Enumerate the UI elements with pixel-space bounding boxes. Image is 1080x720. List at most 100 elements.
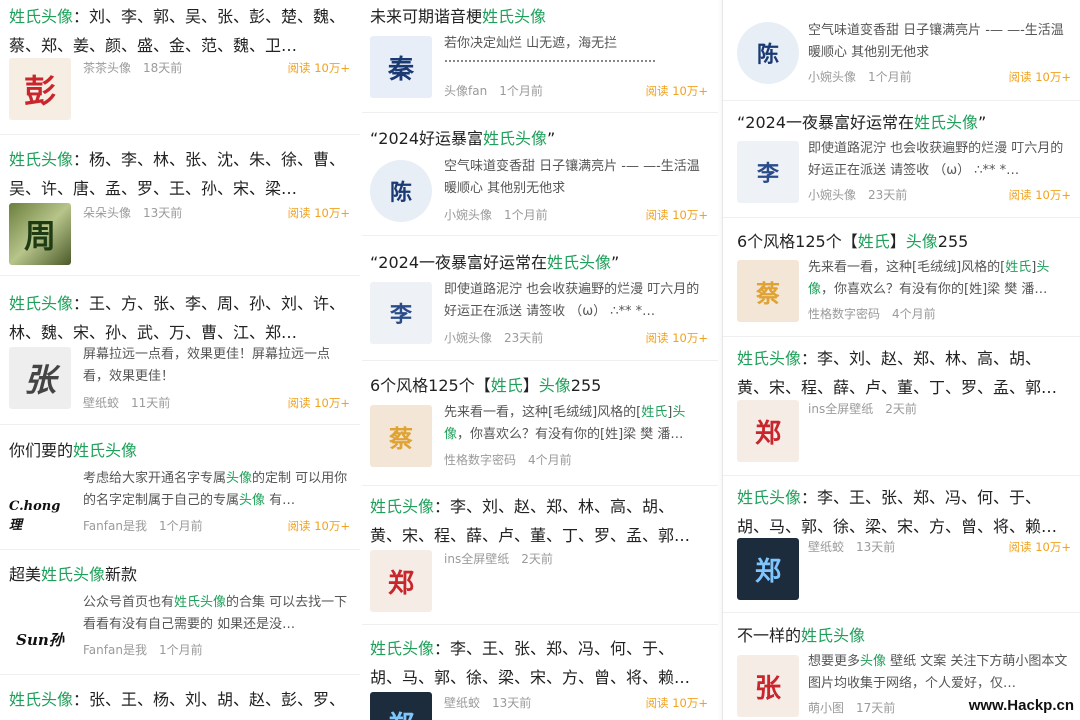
thumbnail[interactable]: 郑 [370,692,432,720]
article-snippet: 想要更多头像 壁纸 文案 关注下方萌小图本文图片均收集于网络，个人爱好，仅… [808,654,1068,691]
article-snippet: 公众号首页也有姓氏头像的合集 可以去找一下看看有没有自己需要的 如果还是没… [83,595,348,632]
article-title[interactable]: 6个风格125个【姓氏】头像255 [370,371,706,400]
article-card[interactable]: 超美姓氏头像新款 Sun孙 公众号首页也有姓氏头像的合集 可以去找一下看看有没有… [0,550,360,675]
author: 壁纸蛟 [444,696,481,710]
article-title[interactable]: 不一样的姓氏头像 [737,621,1069,650]
feed-column-1: 姓氏头像：刘、李、郭、吴、张、彭、楚、魏、蔡、郑、姜、颜、盛、金、范、魏、卫… … [0,0,360,720]
read-count: 阅读 10万+ [287,396,350,410]
author: 小婉头像 [808,70,857,84]
timestamp: 1个月前 [158,643,203,657]
article-title[interactable]: 姓氏头像：李、王、张、郑、冯、何、于、胡、马、郭、徐、梁、宋、方、曾、将、赖… [737,483,1069,541]
article-title[interactable]: 超美姓氏头像新款 [9,560,348,589]
read-count: 阅读 10万+ [287,61,350,75]
author: 头像fan [444,84,488,98]
thumbnail[interactable]: 李 [370,282,432,344]
author: 性格数字密码 [444,453,517,467]
article-title[interactable]: “2024好运暴富姓氏头像” [370,124,706,153]
thumbnail[interactable]: 周 [9,203,71,265]
timestamp: 17天前 [856,701,896,715]
article-meta: ins全屏壁纸 2天前 [808,399,1071,419]
article-meta: 小婉头像 23天前 阅读 10万+ [444,328,708,348]
thumbnail[interactable]: 陈 [737,22,799,84]
article-card[interactable]: 姓氏头像：李、刘、赵、郑、林、高、胡、黄、宋、程、薛、卢、董、丁、罗、孟、郭… … [362,486,718,625]
read-count: 阅读 10万+ [645,696,708,710]
article-title[interactable]: 6个风格125个【姓氏】头像255 [737,227,1069,256]
thumbnail[interactable]: 蔡 [737,260,799,322]
article-title[interactable]: 姓氏头像：李、刘、赵、郑、林、高、胡、黄、宋、程、薛、卢、董、丁、罗、孟、郭… [370,492,706,550]
author: 小婉头像 [808,188,857,202]
article-card[interactable]: “2024好运暴富姓氏头像” 陈 空气味道变香甜 日子镶满亮片 -— —-生活温… [362,113,718,236]
article-title[interactable]: 姓氏头像：刘、李、郭、吴、张、彭、楚、魏、蔡、郑、姜、颜、盛、金、范、魏、卫… [9,2,348,60]
article-title[interactable]: 姓氏头像：杨、李、林、张、沈、朱、徐、曹、吴、许、唐、孟、罗、王、孙、宋、梁… [9,145,348,203]
article-card[interactable]: 姓氏头像：刘、李、郭、吴、张、彭、楚、魏、蔡、郑、姜、颜、盛、金、范、魏、卫… … [0,0,360,135]
thumbnail[interactable]: 秦 [370,36,432,98]
article-card[interactable]: 姓氏头像：杨、李、林、张、沈、朱、徐、曹、吴、许、唐、孟、罗、王、孙、宋、梁… … [0,135,360,276]
article-title[interactable]: “2024一夜暴富好运常在姓氏头像” [370,248,706,277]
article-meta: 小婉头像 23天前 阅读 10万+ [808,185,1071,205]
thumbnail[interactable]: 蔡 [370,405,432,467]
thumbnail[interactable]: 郑 [737,400,799,462]
article-title[interactable]: “2024一夜暴富好运常在姓氏头像” [737,108,1069,137]
article-meta: Fanfan是我 1个月前 [83,640,350,660]
article-card[interactable]: 姓氏头像：张、王、杨、刘、胡、赵、彭、罗、郭、林、唐、戴、谢、梁、孔、沈、纪… [0,675,360,720]
thumbnail[interactable]: 郑 [737,538,799,600]
read-count: 阅读 10万+ [287,519,350,533]
article-card[interactable]: “2024一夜暴富好运常在姓氏头像” 李 即使道路泥泞 也会收获遍野的烂漫 叮六… [723,101,1080,218]
feed-column-3: 陈 空气味道变香甜 日子镶满亮片 -— —-生活温暖顺心 其他别无他求 小婉头像… [722,0,1080,720]
article-title[interactable]: 未来可期谐音梗姓氏头像 [370,2,706,31]
article-meta: 头像fan 1个月前 阅读 10万+ [444,81,708,101]
read-count: 阅读 10万+ [1008,188,1071,202]
article-snippet: 即使道路泥泞 也会收获遍野的烂漫 叮六月的好运正在派送 请签收 （ω） ∴** … [444,282,700,319]
thumbnail[interactable]: 张 [737,655,799,717]
read-count: 阅读 10万+ [645,208,708,222]
timestamp: 13天前 [856,540,896,554]
author: 朵朵头像 [83,206,132,220]
article-title[interactable]: 姓氏头像：王、方、张、李、周、孙、刘、许、林、魏、宋、孙、武、万、曹、江、郑… [9,289,348,347]
timestamp: 4个月前 [528,453,572,467]
article-snippet: 先来看一看，这种[毛绒绒]风格的[姓氏]头像，你喜欢么？有没有你的[姓]梁 樊 … [444,405,686,442]
article-card[interactable]: 6个风格125个【姓氏】头像255 蔡 先来看一看，这种[毛绒绒]风格的[姓氏]… [362,361,718,486]
article-meta: 性格数字密码 4个月前 [444,450,708,470]
read-count: 阅读 10万+ [1008,540,1071,554]
thumbnail[interactable]: Sun孙 [9,608,71,670]
article-card[interactable]: 你们要的姓氏头像 C.hong理 考虑给大家开通名字专属头像的定制 可以用你的名… [0,425,360,550]
thumbnail[interactable]: C.hong理 [9,485,71,547]
author: 茶茶头像 [83,61,132,75]
article-card[interactable]: “2024一夜暴富好运常在姓氏头像” 李 即使道路泥泞 也会收获遍野的烂漫 叮六… [362,236,718,361]
thumbnail[interactable]: 郑 [370,550,432,612]
article-title[interactable]: 姓氏头像：李、王、张、郑、冯、何、于、胡、马、郭、徐、梁、宋、方、曾、将、赖… [370,634,706,692]
article-snippet: 若你决定灿烂 山无遮，海无拦 [444,36,618,51]
read-count: 阅读 10万+ [645,84,708,98]
article-card[interactable]: 姓氏头像：李、刘、赵、郑、林、高、胡、黄、宋、程、薛、卢、董、丁、罗、孟、郭… … [723,337,1080,476]
feed-column-2: 未来可期谐音梗姓氏头像 秦 若你决定灿烂 山无遮，海无拦 头像fan 1个月前 阅读… [362,0,718,720]
thumbnail[interactable]: 陈 [370,160,432,222]
article-card[interactable]: 姓氏头像：王、方、张、李、周、孙、刘、许、林、魏、宋、孙、武、万、曹、江、郑… … [0,276,360,425]
timestamp: 13天前 [492,696,532,710]
article-card[interactable]: 姓氏头像：李、王、张、郑、冯、何、于、胡、马、郭、徐、梁、宋、方、曾、将、赖… … [723,476,1080,613]
author: 壁纸蛟 [808,540,845,554]
article-meta: Fanfan是我 1个月前 阅读 10万+ [83,516,350,536]
timestamp: 1个月前 [868,70,912,84]
article-card[interactable]: 6个风格125个【姓氏】头像255 蔡 先来看一看，这种[毛绒绒]风格的[姓氏]… [723,218,1080,337]
article-title[interactable]: 姓氏头像：李、刘、赵、郑、林、高、胡、黄、宋、程、薛、卢、董、丁、罗、孟、郭… [737,344,1069,402]
author: 壁纸蛟 [83,396,120,410]
article-card[interactable]: 姓氏头像：李、王、张、郑、冯、何、于、胡、马、郭、徐、梁、宋、方、曾、将、赖… … [362,625,718,720]
article-title[interactable]: 姓氏头像：张、王、杨、刘、胡、赵、彭、罗、郭、林、唐、戴、谢、梁、孔、沈、纪… [9,685,348,720]
timestamp: 1个月前 [504,208,548,222]
author: Fanfan是我 [83,643,147,657]
article-snippet: 空气味道变香甜 日子镶满亮片 -— —-生活温暖顺心 其他别无他求 [444,159,700,196]
article-card[interactable]: 未来可期谐音梗姓氏头像 秦 若你决定灿烂 山无遮，海无拦 头像fan 1个月前 阅读… [362,0,718,113]
timestamp: 23天前 [868,188,908,202]
article-meta: 性格数字密码 4个月前 [808,304,1071,324]
thumbnail[interactable]: 张 [9,347,71,409]
timestamp: 1个月前 [158,519,203,533]
thumbnail[interactable]: 李 [737,141,799,203]
author: ins全屏壁纸 [808,402,874,416]
article-card[interactable]: 陈 空气味道变香甜 日子镶满亮片 -— —-生活温暖顺心 其他别无他求 小婉头像… [723,0,1080,101]
article-title[interactable]: 你们要的姓氏头像 [9,436,348,465]
timestamp: 13天前 [143,206,183,220]
timestamp: 2天前 [521,552,553,566]
thumbnail[interactable]: 彭 [9,58,71,120]
author: ins全屏壁纸 [444,552,510,566]
read-count: 阅读 10万+ [287,206,350,220]
